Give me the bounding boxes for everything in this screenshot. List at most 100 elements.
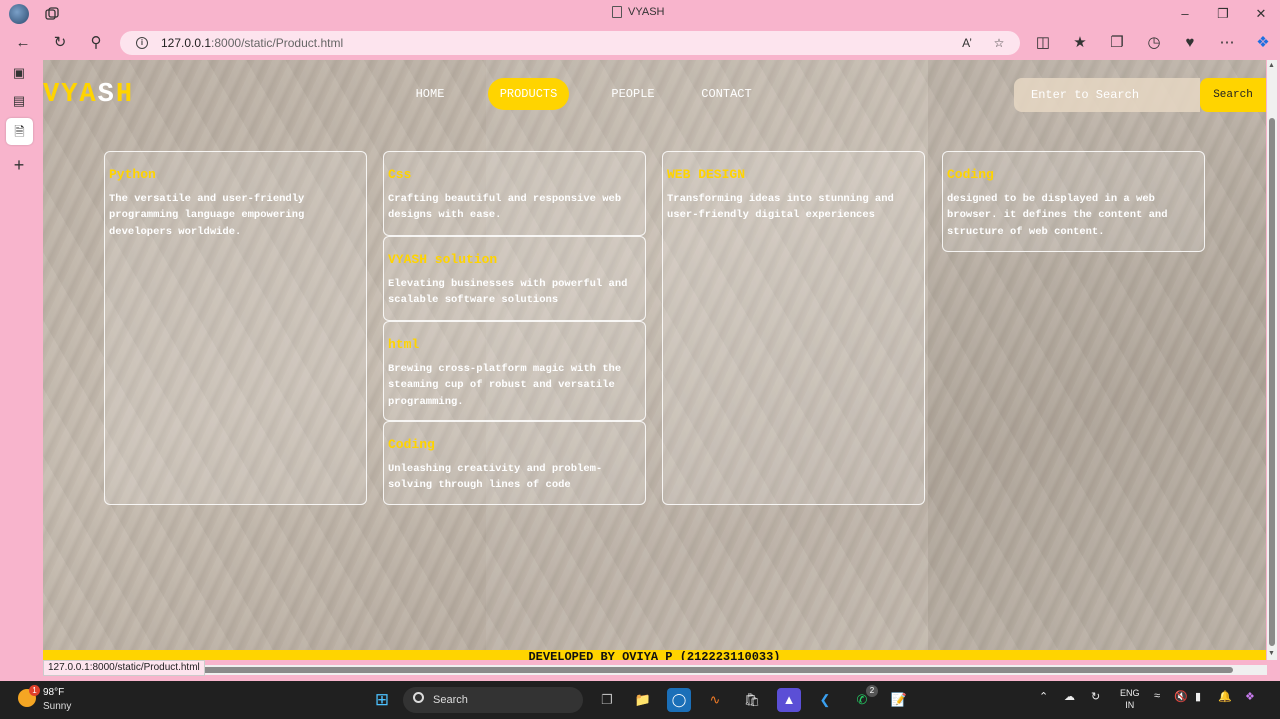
chevron-up-icon[interactable]: ⌃: [1039, 690, 1048, 703]
nav-contact[interactable]: CONTACT: [694, 78, 759, 110]
scroll-up-arrow-icon[interactable]: ▲: [1268, 62, 1275, 69]
logo-letter: Y: [61, 80, 80, 110]
read-aloud-icon[interactable]: A’: [958, 34, 976, 52]
taskbar-search-label: Search: [433, 694, 468, 706]
page-viewport: VYASH HOME PRODUCTS PEOPLE CONTACT Searc…: [43, 60, 1266, 660]
notification-bell-icon[interactable]: 🔔: [1218, 690, 1232, 703]
back-arrow-icon[interactable]: ←: [11, 32, 35, 54]
product-card: Coding designed to be displayed in a web…: [942, 151, 1205, 252]
history-icon[interactable]: ◷: [1142, 32, 1166, 54]
jupyter-icon[interactable]: ∿: [703, 688, 727, 712]
weather-badge: 1: [29, 685, 40, 696]
vscode-icon[interactable]: ❮: [813, 688, 837, 712]
product-card: VYASH solution Elevating businesses with…: [383, 236, 646, 321]
whatsapp-badge: 2: [866, 685, 878, 697]
scroll-thumb[interactable]: [1269, 118, 1275, 646]
scroll-thumb[interactable]: [193, 667, 1233, 673]
split-screen-icon[interactable]: ◫: [1031, 32, 1055, 54]
card-text: designed to be displayed in a web browse…: [947, 193, 1168, 238]
site-logo[interactable]: VYASH: [43, 80, 134, 110]
search-input[interactable]: [1014, 78, 1200, 112]
tab-title[interactable]: VYASH: [612, 6, 664, 18]
task-view-icon[interactable]: ❐: [595, 688, 619, 712]
browser-toolbar: ← ↻ ⚲ i 127.0.0.1:8000/static/Product.ht…: [0, 28, 1280, 58]
address-bar[interactable]: i 127.0.0.1:8000/static/Product.html A’ …: [120, 31, 1020, 55]
url-text[interactable]: 127.0.0.1:8000/static/Product.html: [161, 36, 343, 50]
weather-condition[interactable]: Sunny: [43, 701, 71, 712]
product-card: Coding Unleashing creativity and problem…: [383, 421, 646, 505]
microsoft-store-icon[interactable]: 🛍: [740, 688, 764, 712]
edge-browser-icon[interactable]: ◯: [667, 688, 691, 712]
card-title: Coding: [947, 167, 994, 182]
status-url: 127.0.0.1:8000/static/Product.html: [43, 660, 205, 676]
browser-essentials-icon[interactable]: ♥: [1178, 32, 1202, 54]
workspaces-icon[interactable]: [44, 6, 60, 22]
file-explorer-icon[interactable]: 📁: [631, 688, 655, 712]
sync-icon[interactable]: ↻: [1091, 690, 1100, 703]
browser-titlebar: VYASH – ❐ ✕: [0, 0, 1280, 28]
card-text: Unleashing creativity and problem-solvin…: [388, 463, 603, 492]
wifi-icon[interactable]: ≈: [1154, 690, 1160, 702]
tab-actions-icon[interactable]: ▣: [8, 62, 30, 84]
search-icon[interactable]: ⚲: [84, 32, 108, 54]
nav-people[interactable]: PEOPLE: [605, 78, 661, 110]
more-options-icon[interactable]: ⋯: [1215, 32, 1239, 54]
product-card: WEB DESIGN Transforming ideas into stunn…: [662, 151, 925, 505]
card-title: WEB DESIGN: [667, 167, 746, 182]
card-text: The versatile and user-friendly programm…: [109, 193, 305, 238]
new-tab-plus-icon[interactable]: +: [8, 154, 30, 176]
horizontal-scrollbar[interactable]: [43, 665, 1267, 675]
current-tab-icon[interactable]: 🗎: [6, 118, 33, 145]
card-title: html: [388, 337, 420, 352]
favorites-icon[interactable]: ★: [1068, 32, 1092, 54]
taskbar: 1 98°F Sunny ⊞ Search ❐ 📁 ◯ ∿ 🛍 ▲ ❮ ✆ 2 …: [0, 681, 1280, 719]
page-icon: [612, 6, 622, 18]
copilot-taskbar-icon[interactable]: ❖: [1245, 690, 1255, 703]
card-text: Transforming ideas into stunning and use…: [667, 193, 894, 222]
logo-letter: S: [97, 80, 116, 110]
page-footer: DEVELOPED BY OVIYA P (212223110033): [43, 650, 1266, 660]
logo-letter: A: [79, 80, 98, 110]
product-card: html Brewing cross-platform magic with t…: [383, 321, 646, 421]
card-text: Elevating businesses with powerful and s…: [388, 278, 628, 307]
notepad-icon[interactable]: 📝: [887, 688, 911, 712]
card-text: Brewing cross-platform magic with the st…: [388, 363, 622, 408]
minimize-button[interactable]: –: [1170, 4, 1200, 24]
product-card: Python The versatile and user-friendly p…: [104, 151, 367, 505]
url-host: 127.0.0.1: [161, 36, 212, 50]
logo-letter: H: [115, 80, 135, 110]
maximize-button[interactable]: ❐: [1208, 4, 1238, 24]
language-code: ENG: [1120, 688, 1140, 698]
powerautomate-icon[interactable]: ▲: [777, 688, 801, 712]
refresh-icon[interactable]: ↻: [48, 32, 72, 54]
volume-muted-icon[interactable]: 🔇: [1174, 690, 1188, 703]
vertical-scrollbar[interactable]: ▲ ▼: [1267, 60, 1277, 660]
search-icon: [413, 692, 424, 703]
start-windows-icon[interactable]: ⊞: [370, 688, 394, 712]
nav-products[interactable]: PRODUCTS: [488, 78, 569, 110]
product-card: Css Crafting beautiful and responsive we…: [383, 151, 646, 236]
close-button[interactable]: ✕: [1246, 4, 1276, 24]
favorite-star-icon[interactable]: ☆: [990, 34, 1008, 52]
vertical-tabs-icon[interactable]: ▤: [8, 90, 30, 112]
cloud-icon[interactable]: ☁: [1064, 690, 1075, 703]
region-code: IN: [1125, 700, 1135, 710]
card-title: Python: [109, 167, 156, 182]
scroll-down-arrow-icon[interactable]: ▼: [1268, 650, 1275, 657]
tab-title-text: VYASH: [628, 6, 665, 18]
nav-home[interactable]: HOME: [405, 78, 455, 110]
card-text: Crafting beautiful and responsive web de…: [388, 193, 622, 222]
background-texture: [928, 60, 1266, 650]
copilot-icon[interactable]: ❖: [1251, 32, 1275, 54]
profile-avatar[interactable]: [9, 4, 29, 24]
browser-sidebar: ▣ ▤ 🗎 +: [0, 58, 40, 658]
weather-temp[interactable]: 98°F: [43, 687, 64, 698]
card-title: VYASH solution: [388, 252, 498, 267]
battery-icon[interactable]: ▮: [1195, 690, 1201, 703]
site-info-icon[interactable]: i: [136, 37, 148, 49]
collections-icon[interactable]: ❐: [1105, 32, 1129, 54]
taskbar-search[interactable]: Search: [403, 687, 583, 713]
language-indicator[interactable]: ENG IN: [1120, 687, 1140, 711]
logo-letter: V: [43, 80, 62, 110]
search-button[interactable]: Search: [1200, 78, 1266, 112]
